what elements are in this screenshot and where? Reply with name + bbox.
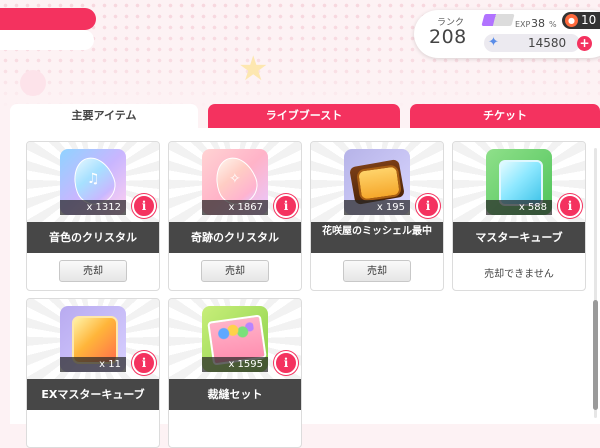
- info-icon[interactable]: i: [274, 194, 298, 218]
- add-gems-button[interactable]: +: [577, 36, 592, 51]
- item-name: 裁縫セット: [169, 379, 301, 410]
- sell-button[interactable]: 売却: [201, 260, 269, 282]
- item-card-kiseki-crystal[interactable]: ✧ x 1867 i 奇跡のクリスタル 売却: [168, 141, 302, 291]
- item-name: 音色のクリスタル: [27, 222, 159, 253]
- item-card-onshoku-crystal[interactable]: ♫ x 1312 i 音色のクリスタル 売却: [26, 141, 160, 291]
- star-gem-icon: ✦: [488, 35, 499, 50]
- info-icon[interactable]: i: [274, 351, 298, 375]
- tab-tickets[interactable]: チケット: [410, 104, 600, 128]
- rank-value: 208: [429, 26, 467, 48]
- tab-live-boost[interactable]: ライブブースト: [208, 104, 400, 128]
- item-name: 奇跡のクリスタル: [169, 222, 301, 253]
- item-name: 花咲屋のミッシェル最中: [311, 222, 443, 253]
- info-icon[interactable]: i: [132, 194, 156, 218]
- item-count: x 1595: [202, 357, 268, 372]
- info-icon[interactable]: i: [132, 351, 156, 375]
- item-count: x 1312: [60, 200, 126, 215]
- scrollbar-thumb[interactable]: [593, 300, 598, 410]
- header-sub-bar: [0, 30, 94, 50]
- info-icon[interactable]: i: [558, 194, 582, 218]
- item-count: x 11: [60, 357, 126, 372]
- gem-value: 14580: [528, 36, 567, 50]
- exp-progress-bar: [481, 14, 515, 26]
- item-card-sewing-set[interactable]: x 1595 i 裁縫セット: [168, 298, 302, 448]
- exp-value: 38: [531, 17, 545, 30]
- exp-label: EXP: [515, 20, 531, 29]
- header-accent-bar: [0, 8, 96, 30]
- sell-button[interactable]: 売却: [343, 260, 411, 282]
- tab-main-items[interactable]: 主要アイテム: [10, 104, 198, 130]
- sell-button[interactable]: 売却: [59, 260, 127, 282]
- item-count: x 588: [486, 200, 552, 215]
- item-count: x 1867: [202, 200, 268, 215]
- info-icon[interactable]: i: [416, 194, 440, 218]
- background-circle: [20, 70, 46, 96]
- coin-icon: ●: [565, 14, 578, 27]
- item-card-master-cube[interactable]: x 588 i マスターキューブ 売却できません: [452, 141, 586, 291]
- item-count: x 195: [344, 200, 410, 215]
- background-star-icon: ★: [238, 49, 269, 89]
- cannot-sell-label: 売却できません: [484, 269, 554, 280]
- exp-percent-sign: %: [549, 20, 557, 29]
- coin-value: 10: [581, 13, 597, 27]
- item-name: マスターキューブ: [453, 222, 585, 253]
- item-name: EXマスターキューブ: [27, 379, 159, 410]
- item-card-monaka[interactable]: x 195 i 花咲屋のミッシェル最中 売却: [310, 141, 444, 291]
- item-card-ex-master-cube[interactable]: x 11 i EXマスターキューブ: [26, 298, 160, 448]
